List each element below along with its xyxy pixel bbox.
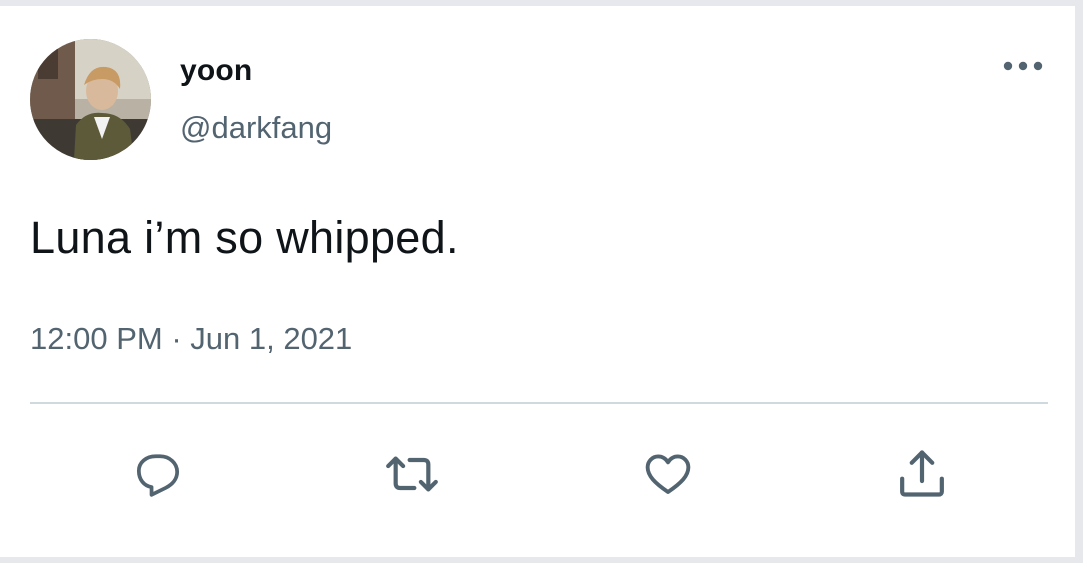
tweet-timestamp[interactable]: 12:00 PM · Jun 1, 2021 bbox=[30, 321, 352, 357]
timestamp-separator: · bbox=[162, 321, 191, 356]
retweet-button[interactable] bbox=[384, 446, 440, 502]
more-horizontal-icon bbox=[1003, 61, 1043, 71]
tweet-card: yoon @darkfang Luna i’m so whipped. 12:0… bbox=[0, 6, 1075, 557]
more-options-button[interactable] bbox=[998, 48, 1048, 84]
retweet-icon bbox=[386, 456, 438, 492]
user-handle[interactable]: @darkfang bbox=[180, 110, 332, 146]
share-button[interactable] bbox=[894, 446, 950, 502]
reply-icon bbox=[136, 454, 180, 497]
tweet-date: Jun 1, 2021 bbox=[190, 321, 353, 356]
divider bbox=[30, 402, 1048, 404]
share-icon bbox=[900, 450, 944, 497]
like-button[interactable] bbox=[640, 446, 696, 502]
tweet-text: Luna i’m so whipped. bbox=[30, 212, 459, 263]
tweet-time: 12:00 PM bbox=[30, 321, 163, 356]
avatar-photo bbox=[30, 39, 151, 160]
reply-button[interactable] bbox=[130, 446, 186, 502]
avatar[interactable] bbox=[30, 39, 151, 160]
heart-icon bbox=[645, 454, 691, 494]
display-name[interactable]: yoon bbox=[180, 54, 252, 88]
